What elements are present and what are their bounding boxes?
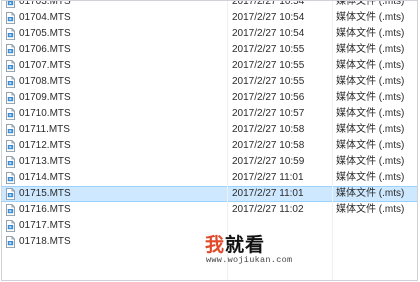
file-date: 2017/2/27 10:55 — [232, 60, 305, 71]
file-name: 01713.MTS — [19, 156, 71, 167]
file-type: 媒体文件 (.mts) — [336, 28, 405, 39]
watermark-logo: 我就看 www.wojiukan.com — [205, 230, 330, 270]
watermark-url: www.wojiukan.com — [206, 255, 293, 265]
file-name: 01717.MTS — [19, 220, 71, 231]
file-row[interactable]: 01705.MTS 2017/2/27 10:54 媒体文件 (.mts) — [2, 26, 417, 42]
file-name: 01705.MTS — [19, 28, 71, 39]
file-name: 01718.MTS — [19, 236, 71, 247]
file-type: 媒体文件 (.mts) — [336, 204, 405, 215]
watermark-title: 我就看 — [205, 230, 265, 257]
file-row[interactable]: 01706.MTS 2017/2/27 10:55 媒体文件 (.mts) — [2, 42, 417, 58]
file-name: 01707.MTS — [19, 60, 71, 71]
video-file-icon — [6, 60, 15, 72]
video-file-icon — [6, 1, 15, 8]
file-type: 媒体文件 (.mts) — [336, 92, 405, 103]
video-file-icon — [6, 236, 15, 248]
file-row[interactable]: 01707.MTS 2017/2/27 10:55 媒体文件 (.mts) — [2, 58, 417, 74]
file-date: 2017/2/27 10:54 — [232, 28, 305, 39]
file-type: 媒体文件 (.mts) — [336, 44, 405, 55]
watermark-title-part1: 我 — [205, 235, 226, 256]
file-name: 01706.MTS — [19, 44, 71, 55]
file-row[interactable]: 01716.MTS 2017/2/27 11:02 媒体文件 (.mts) — [2, 202, 417, 218]
file-row-selected[interactable]: 01715.MTS 2017/2/27 11:01 媒体文件 (.mts) — [2, 186, 417, 202]
file-date: 2017/2/27 10:55 — [232, 76, 305, 87]
file-type: 媒体文件 (.mts) — [336, 12, 405, 23]
file-type: 媒体文件 (.mts) — [336, 124, 405, 135]
file-row[interactable]: 01708.MTS 2017/2/27 10:55 媒体文件 (.mts) — [2, 74, 417, 90]
file-row[interactable]: 01710.MTS 2017/2/27 10:57 媒体文件 (.mts) — [2, 106, 417, 122]
file-name: 01711.MTS — [19, 124, 70, 135]
file-row[interactable]: 01711.MTS 2017/2/27 10:58 媒体文件 (.mts) — [2, 122, 417, 138]
file-name: 01709.MTS — [19, 92, 71, 103]
video-file-icon — [6, 28, 15, 40]
file-date: 2017/2/27 10:54 — [232, 12, 305, 23]
file-type: 媒体文件 (.mts) — [336, 140, 405, 151]
file-name: 01715.MTS — [19, 188, 71, 199]
video-file-icon — [6, 156, 15, 168]
video-file-icon — [6, 124, 15, 136]
file-row[interactable]: 01713.MTS 2017/2/27 10:59 媒体文件 (.mts) — [2, 154, 417, 170]
file-name: 01708.MTS — [19, 76, 71, 87]
file-name: 01714.MTS — [19, 172, 71, 183]
video-file-icon — [6, 108, 15, 120]
file-row[interactable]: 01709.MTS 2017/2/27 10:56 媒体文件 (.mts) — [2, 90, 417, 106]
video-file-icon — [6, 188, 15, 200]
file-date: 2017/2/27 10:54 — [232, 0, 305, 7]
file-type: 媒体文件 (.mts) — [336, 156, 405, 167]
video-file-icon — [6, 12, 15, 24]
video-file-icon — [6, 204, 15, 216]
file-row[interactable]: 01703.MTS 2017/2/27 10:54 媒体文件 (.mts) — [2, 0, 417, 10]
file-date: 2017/2/27 10:57 — [232, 108, 305, 119]
file-date: 2017/2/27 10:59 — [232, 156, 305, 167]
file-date: 2017/2/27 10:55 — [232, 44, 305, 55]
file-row[interactable]: 01714.MTS 2017/2/27 11:01 媒体文件 (.mts) — [2, 170, 417, 186]
file-type: 媒体文件 (.mts) — [336, 60, 405, 71]
file-type: 媒体文件 (.mts) — [336, 172, 405, 183]
file-date: 2017/2/27 10:58 — [232, 140, 305, 151]
video-file-icon — [6, 44, 15, 56]
video-file-icon — [6, 92, 15, 104]
file-type: 媒体文件 (.mts) — [336, 188, 405, 199]
file-date: 2017/2/27 11:01 — [232, 188, 304, 199]
file-name: 01710.MTS — [19, 108, 71, 119]
file-name: 01703.MTS — [19, 0, 71, 7]
video-file-icon — [6, 220, 15, 232]
video-file-icon — [6, 76, 15, 88]
video-file-icon — [6, 140, 15, 152]
file-row[interactable]: 01712.MTS 2017/2/27 10:58 媒体文件 (.mts) — [2, 138, 417, 154]
file-date: 2017/2/27 10:56 — [232, 92, 305, 103]
video-file-icon — [6, 172, 15, 184]
file-type: 媒体文件 (.mts) — [336, 76, 405, 87]
file-row[interactable]: 01704.MTS 2017/2/27 10:54 媒体文件 (.mts) — [2, 10, 417, 26]
column-divider — [332, 1, 333, 280]
file-date: 2017/2/27 11:01 — [232, 172, 304, 183]
watermark-title-part2: 就看 — [225, 235, 266, 256]
file-type: 媒体文件 (.mts) — [336, 108, 405, 119]
file-name: 01712.MTS — [19, 140, 71, 151]
file-date: 2017/2/27 10:58 — [232, 124, 305, 135]
file-date: 2017/2/27 11:02 — [232, 204, 304, 215]
file-name: 01716.MTS — [19, 204, 71, 215]
file-name: 01704.MTS — [19, 12, 71, 23]
file-type: 媒体文件 (.mts) — [336, 0, 405, 7]
